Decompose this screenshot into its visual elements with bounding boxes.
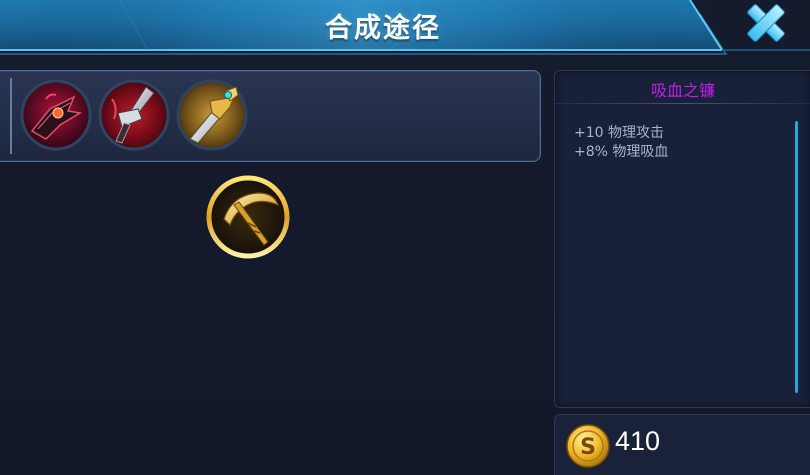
item-name-divider [555,103,810,104]
silver-crimson-sword-icon [98,79,170,151]
golden-scythe-icon [206,175,290,259]
result-item[interactable] [206,175,290,259]
component-item-1[interactable] [20,79,92,151]
item-stat: +8% 物理吸血 [574,144,669,160]
header-bar: 合成途径 [0,0,810,58]
dark-crimson-blade-icon [20,79,92,151]
golden-jewel-sword-icon [176,79,248,151]
close-button[interactable] [738,0,798,48]
gold-coin-icon: S [566,424,610,468]
crafting-path-screen: 合成途径 吸血之镰 +10 物理攻击 +8% 物理吸血 S 410 [0,0,810,475]
close-x-icon [747,4,785,42]
recipe-bar-divider [10,78,12,154]
price-panel: S 410 [554,414,810,475]
item-detail-panel: 吸血之镰 +10 物理攻击 +8% 物理吸血 [554,70,810,408]
svg-text:S: S [580,435,596,460]
page-title: 合成途径 [325,13,441,44]
item-stat: +10 物理攻击 [574,125,664,141]
item-name: 吸血之镰 [650,81,715,100]
item-price: 410 [615,426,661,456]
component-item-3[interactable] [176,79,248,151]
detail-scrollbar[interactable] [795,121,798,393]
component-item-2[interactable] [98,79,170,151]
